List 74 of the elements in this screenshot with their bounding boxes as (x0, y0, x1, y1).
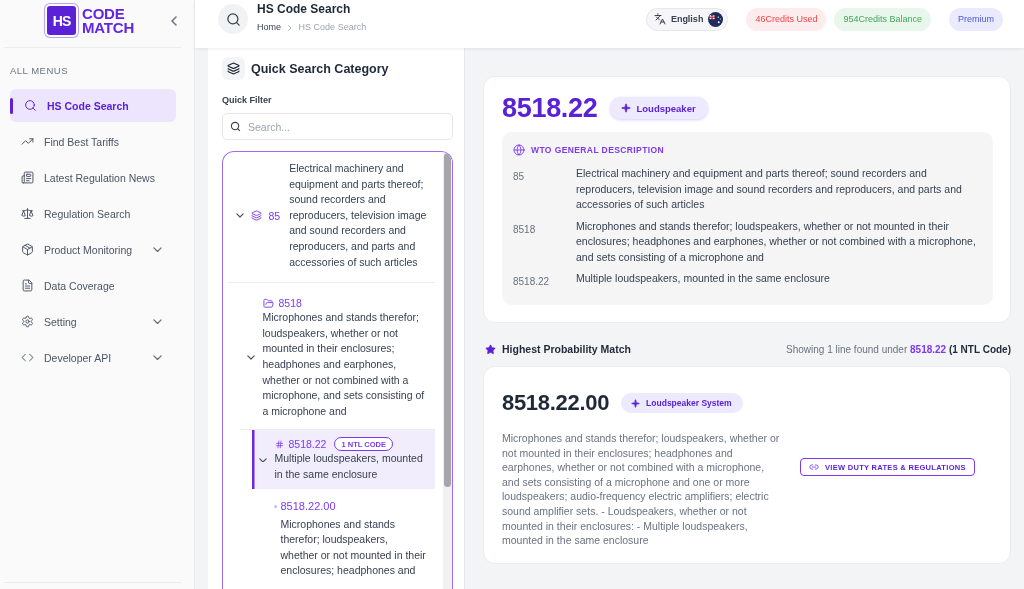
code-description: Electrical machinery and equipment and parts thereof; sound recorders and reproducers, television image and sound recorders and reproducers, and parts and accessories of such articles (576, 166, 963, 212)
code-icon (21, 351, 34, 364)
breadcrumb-link[interactable]: Home (257, 22, 281, 33)
sparkle-icon (631, 398, 641, 408)
panel-title: Quick Search Category (251, 61, 389, 76)
star-icon (485, 343, 496, 355)
menu-item[interactable]: Data Coverage (10, 269, 176, 302)
menu-item[interactable]: Latest Regulation News (10, 161, 176, 194)
menu-item[interactable]: Product Monitoring (10, 233, 176, 266)
filter-label: Quick Filter (222, 95, 272, 106)
folder-icon (262, 297, 274, 309)
hs-code: 85 (513, 170, 525, 184)
search-field[interactable]: Search... (222, 113, 453, 140)
category-tag: Loudspeaker System (621, 393, 743, 413)
credits-balance-badge: 954Credits Balance (834, 7, 931, 31)
newspaper-icon (21, 171, 34, 184)
code-description: Microphones and stands therefor; loudspeakers, whether or not mounted in their enclosures; headphones and earphones, whether or not combined with a microphone, and sets consisting of a microphone and (262, 310, 426, 419)
language-selector[interactable]: English (645, 7, 729, 31)
search-button[interactable] (218, 4, 248, 34)
match-summary: Showing 1 line found under 8518.22 (1 NTL Code) (786, 343, 1011, 355)
code-description: Microphones and stands therefor; loudspeakers, whether or not mounted in their enclosures; headphones and earphones, whether or not combined with a microphone, and sets consisting of a microphone and (576, 218, 977, 265)
section-title: Highest Probability Match (502, 343, 631, 355)
hs-code: 8518.22 (288, 437, 327, 452)
hs-code: 8518 (513, 222, 536, 237)
translate-icon (653, 13, 666, 25)
tariff-code: 8518.22.00 (502, 389, 610, 417)
document-icon (21, 279, 34, 292)
search-icon (230, 121, 241, 132)
scale-icon (21, 207, 34, 220)
chevron-down-icon[interactable] (258, 457, 267, 463)
code-description: Microphones and stands therefor; loudspeakers, whether or not mounted in their enclosures; headphones and (280, 516, 427, 579)
category-tag: Loudspeaker (609, 97, 708, 119)
flag-icon (708, 11, 724, 27)
code-description: Multiple loudspeakers, mounted in the same enclosure (274, 451, 424, 482)
hs-code: 8518.22.00 (280, 498, 336, 513)
package-icon (21, 243, 34, 256)
menu-item[interactable]: HS Code Search (10, 89, 176, 122)
plan-badge: Premium (949, 7, 1003, 31)
chevron-right-icon (288, 24, 292, 31)
link-icon (809, 462, 819, 473)
logo-mark: HS (47, 6, 76, 35)
subheading-code: 8518.22 (502, 92, 598, 124)
credits-used-badge: 46Credits Used (746, 7, 827, 31)
globe-icon (513, 144, 525, 156)
hs-code: 85 (268, 208, 281, 223)
layers-icon (222, 57, 245, 80)
menu-item[interactable]: Setting (10, 305, 176, 338)
sparkle-icon (620, 103, 631, 113)
chevron-left-icon[interactable] (171, 15, 177, 26)
menu-item[interactable]: Find Best Tariffs (10, 125, 176, 158)
hash-icon (274, 439, 284, 449)
search-icon (24, 99, 37, 112)
section-title: WTO GENERAL DESCRIPTION (531, 145, 665, 155)
menu-item[interactable]: Developer API (10, 341, 176, 374)
bullet-icon (273, 504, 277, 508)
settings-icon (21, 315, 34, 328)
code-description: Electrical machinery and equipment and parts thereof; sound recorders and reproducers, television image and sound recorders and reproducers, and parts and accessories of such articles (289, 161, 428, 270)
logo-wordmark: CODE MATCH (82, 6, 135, 35)
section-label: ALL MENUS (10, 65, 68, 76)
scrollbar-track[interactable] (443, 152, 452, 589)
tree-item[interactable]: 85 Electrical machinery and equipment and parts thereof; sound recorders and reproducers, television image and sound recorders and reproducers, and parts and accessories of such articles (227, 152, 435, 284)
chevron-down-icon[interactable] (235, 213, 244, 218)
result-description: Microphones and stands therefor; loudspeakers, whether or not mounted in their enclosures; headphones and earphones, whether or not combined with a microphone, and sets consisting of a microphone and one or more loudspeakers; audio-frequency electric amplifiers; electric sound amplifier sets. - Loudspeakers, whether or not mounted in their enclosures: - Multiple loudspeakers, mounted in the same enclosure (502, 431, 781, 548)
layers-icon (250, 210, 262, 222)
page-title: HS Code Search (257, 2, 351, 17)
menu-item[interactable]: Regulation Search (10, 197, 176, 230)
search-icon (225, 11, 241, 27)
hs-code: 8518.22 (513, 275, 550, 289)
scrollbar-thumb[interactable] (444, 153, 451, 487)
tree-item[interactable]: 8518.22.00 Microphones and stands therefor; loudspeakers, whether or not mounted in their enclosures; headphones and (263, 488, 435, 579)
code-description: Multiple loudspeakers, mounted in the same enclosure (576, 271, 831, 286)
hs-code: 8518 (278, 296, 302, 311)
chevron-down-icon[interactable] (246, 355, 255, 361)
trend-line-icon (21, 135, 34, 148)
